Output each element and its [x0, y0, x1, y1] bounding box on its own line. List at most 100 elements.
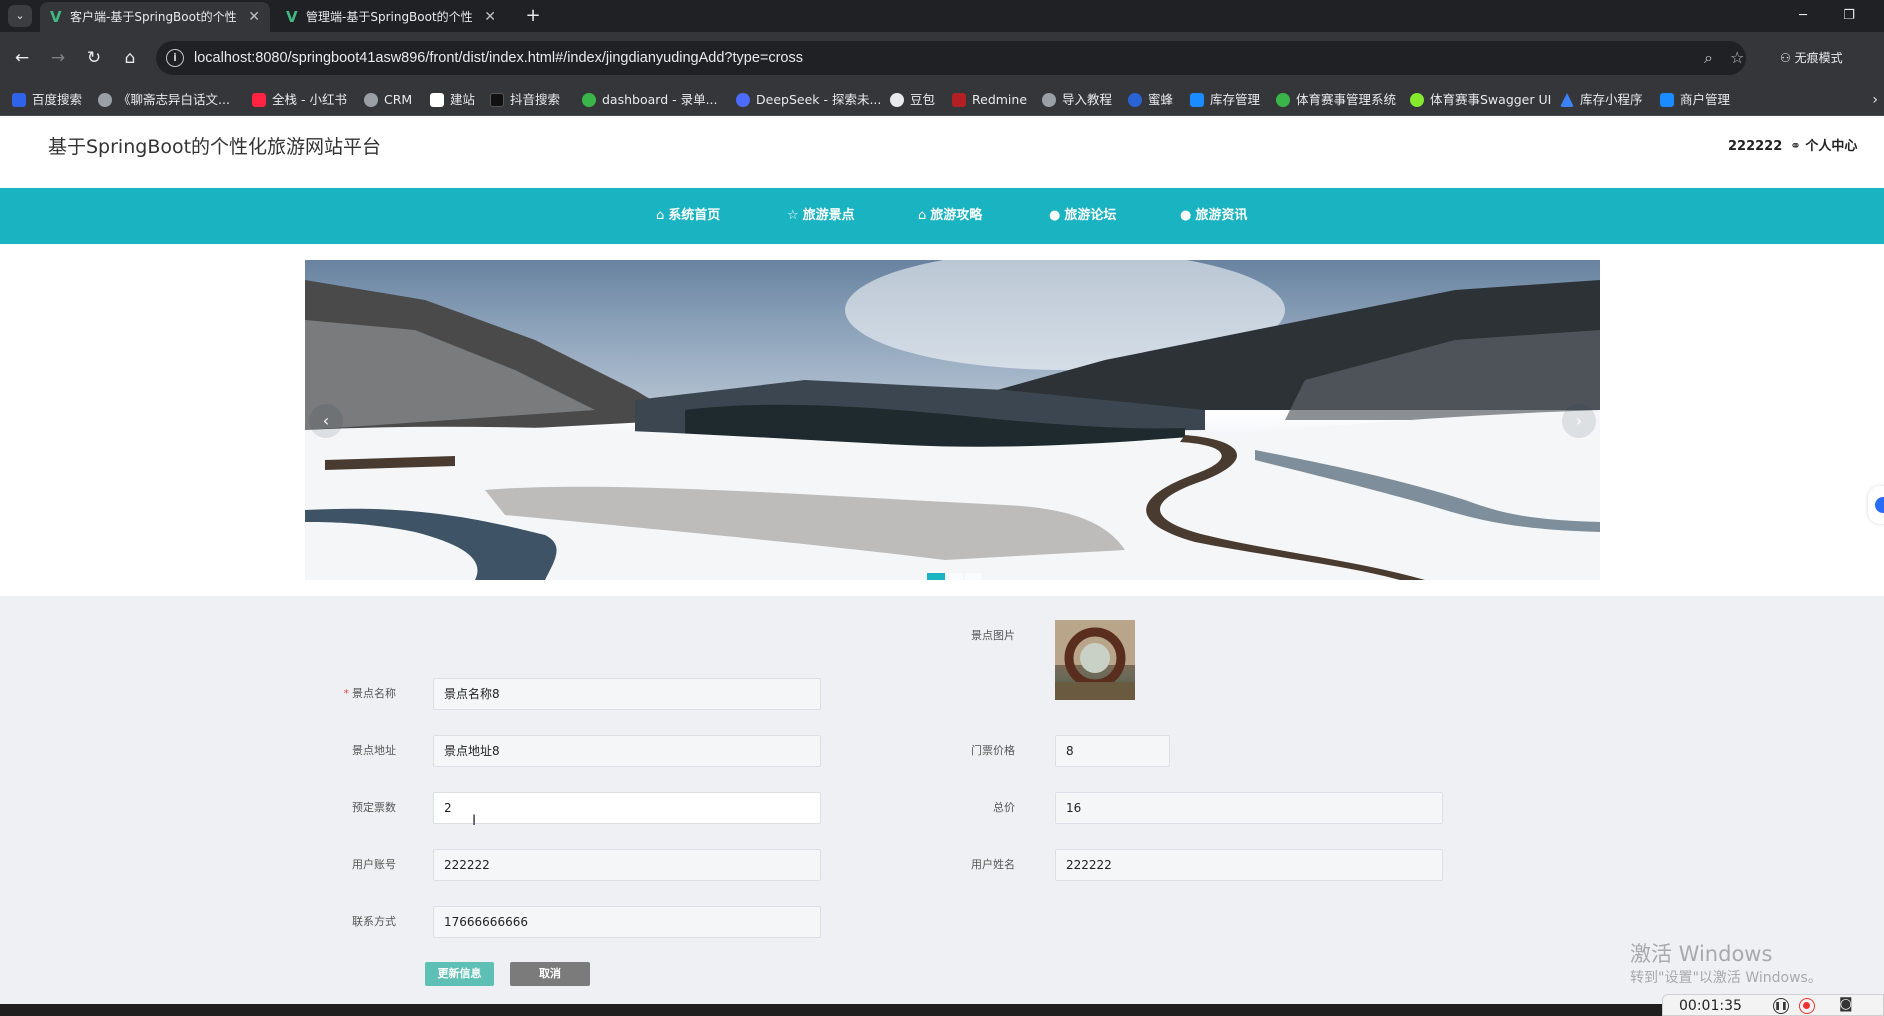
nav-label: 旅游攻略: [930, 208, 983, 223]
nav-home[interactable]: ⌂ 系统首页: [656, 188, 720, 244]
account-label: 用户账号: [352, 858, 396, 871]
info-icon: ●: [1049, 208, 1061, 223]
app-icon: [1660, 93, 1674, 107]
bookmark-item[interactable]: 建站: [430, 84, 475, 116]
name-label: * 景点名称: [296, 678, 397, 710]
carousel-next-chevron-right-icon[interactable]: ›: [1562, 404, 1596, 438]
site-info-icon[interactable]: i: [166, 49, 184, 67]
bookmarks-overflow-chevron-icon[interactable]: ›: [1872, 84, 1878, 116]
bookmark-item[interactable]: 蜜蜂: [1128, 84, 1173, 116]
bookmark-label: 库存小程序: [1580, 92, 1643, 107]
carousel-dot[interactable]: [947, 573, 963, 580]
bookmark-label: CRM: [384, 92, 413, 107]
bookmark-label: 建站: [450, 92, 476, 107]
bookmark-item[interactable]: 商户管理: [1660, 84, 1730, 116]
bookmark-item[interactable]: 库存管理: [1190, 84, 1260, 116]
bookmark-item[interactable]: dashboard - 录单...: [582, 84, 718, 116]
total-input[interactable]: 16: [1055, 792, 1443, 824]
bookmark-item[interactable]: 百度搜索: [12, 84, 82, 116]
tab-title: 客户端-基于SpringBoot的个性: [70, 10, 237, 24]
account-input[interactable]: 222222: [433, 849, 821, 881]
pause-icon[interactable]: ❚❚: [1773, 998, 1789, 1014]
ticket-count-label: 预定票数: [352, 801, 396, 814]
bookmark-star-icon[interactable]: ☆: [1730, 48, 1744, 67]
bookmark-item[interactable]: 全栈 - 小红书: [252, 84, 347, 116]
user-name-label: 用户姓名: [971, 858, 1015, 871]
ticket-price-label: 门票价格: [971, 744, 1015, 757]
browser-tab-client[interactable]: V 客户端-基于SpringBoot的个性 ✕: [40, 2, 270, 32]
carousel-dot[interactable]: [927, 573, 945, 580]
bookmark-label: 导入教程: [1062, 92, 1113, 107]
zoom-icon[interactable]: ⌕: [1704, 48, 1713, 68]
floating-assistant-icon[interactable]: [1868, 486, 1884, 524]
tab-title: 管理端-基于SpringBoot的个性: [306, 10, 473, 24]
forward-button[interactable]: →: [46, 46, 70, 70]
required-mark: *: [343, 687, 350, 700]
bookmark-item[interactable]: Redmine: [952, 84, 1027, 116]
incognito-profile-button[interactable]: ⚇ 无痕模式: [1780, 44, 1843, 72]
home-icon: ⌂: [656, 208, 665, 223]
bookmark-item[interactable]: DeepSeek - 探索未...: [736, 84, 881, 116]
restore-button[interactable]: ❐: [1826, 0, 1872, 32]
update-button[interactable]: 更新信息: [425, 962, 494, 986]
nav-attractions[interactable]: ☆ 旅游景点: [787, 188, 855, 244]
image-label: 景点图片: [971, 629, 1015, 642]
home-button[interactable]: ⌂: [118, 46, 142, 70]
reload-button[interactable]: ↻: [82, 46, 106, 70]
carousel-indicators: [927, 566, 983, 580]
bookmark-item[interactable]: 体育赛事Swagger UI: [1410, 84, 1551, 116]
leaf-icon: [582, 93, 596, 107]
carousel-dot[interactable]: [965, 573, 981, 580]
paw-icon: [12, 93, 26, 107]
bookmark-item[interactable]: 《聊斋志异白话文...: [98, 84, 230, 116]
back-button[interactable]: ←: [10, 46, 34, 70]
browser-tab-admin[interactable]: V 管理端-基于SpringBoot的个性 ✕: [276, 2, 506, 32]
address-bar[interactable]: i localhost:8080/springboot41asw896/fron…: [156, 41, 1746, 75]
browser-tab-strip: ⌄ V 客户端-基于SpringBoot的个性 ✕ V 管理端-基于Spring…: [0, 0, 1884, 32]
address-input[interactable]: 景点地址8: [433, 735, 821, 767]
bookmark-label: 蜜蜂: [1148, 92, 1174, 107]
c-icon: [430, 93, 444, 107]
user-center-link[interactable]: ⚭ 个人中心: [1790, 116, 1857, 178]
triangle-icon: [1560, 93, 1574, 107]
tab-close-icon[interactable]: ✕: [248, 2, 260, 32]
shield-icon: [1128, 93, 1142, 107]
carousel-section: ‹ ›: [0, 244, 1884, 596]
globe-icon: [1042, 93, 1056, 107]
bookmark-item[interactable]: 导入教程: [1042, 84, 1112, 116]
attraction-thumbnail[interactable]: [1055, 620, 1135, 700]
carousel-prev-chevron-left-icon[interactable]: ‹: [309, 404, 343, 438]
bookmark-label: 体育赛事管理系统: [1296, 92, 1397, 107]
windows-activation-hint: 转到"设置"以激活 Windows。: [1630, 970, 1822, 986]
bookmark-item[interactable]: 抖音搜索: [490, 84, 560, 116]
bookmark-label: dashboard - 录单...: [602, 92, 718, 107]
nav-forum[interactable]: ● 旅游论坛: [1049, 188, 1116, 244]
nav-news[interactable]: ● 旅游资讯: [1180, 188, 1247, 244]
camera-icon[interactable]: ◙: [1839, 996, 1853, 1012]
bookmark-item[interactable]: 体育赛事管理系统: [1276, 84, 1396, 116]
bookmark-label: Redmine: [972, 92, 1028, 107]
nav-guides[interactable]: ⌂ 旅游攻略: [918, 188, 982, 244]
redmine-icon: [952, 93, 966, 107]
cancel-button[interactable]: 取消: [510, 962, 590, 986]
nav-label: 系统首页: [668, 208, 721, 223]
bookmark-item[interactable]: CRM: [364, 84, 412, 116]
url-text[interactable]: localhost:8080/springboot41asw896/front/…: [194, 41, 803, 75]
tab-search-chevron-icon[interactable]: ⌄: [8, 5, 32, 27]
stop-record-icon[interactable]: [1799, 998, 1815, 1014]
bookmark-label: 豆包: [910, 92, 936, 107]
site-header: 基于SpringBoot的个性化旅游网站平台 222222 ⚭ 个人中心: [0, 116, 1884, 188]
ticket-price-input[interactable]: 8: [1055, 735, 1170, 767]
user-name-input[interactable]: 222222: [1055, 849, 1443, 881]
tab-close-icon[interactable]: ✕: [484, 2, 496, 32]
name-input[interactable]: 景点名称8: [433, 678, 821, 710]
snow-landscape-illustration: [305, 260, 1600, 580]
bookmark-item[interactable]: 库存小程序: [1560, 84, 1643, 116]
ticket-count-input[interactable]: 2: [433, 792, 821, 824]
bookmark-label: DeepSeek - 探索未...: [756, 92, 882, 107]
contact-input[interactable]: 17666666666: [433, 906, 821, 938]
new-tab-button[interactable]: +: [520, 2, 546, 30]
total-label: 总价: [993, 801, 1015, 814]
bookmark-item[interactable]: 豆包: [890, 84, 935, 116]
minimize-button[interactable]: ─: [1780, 0, 1826, 32]
